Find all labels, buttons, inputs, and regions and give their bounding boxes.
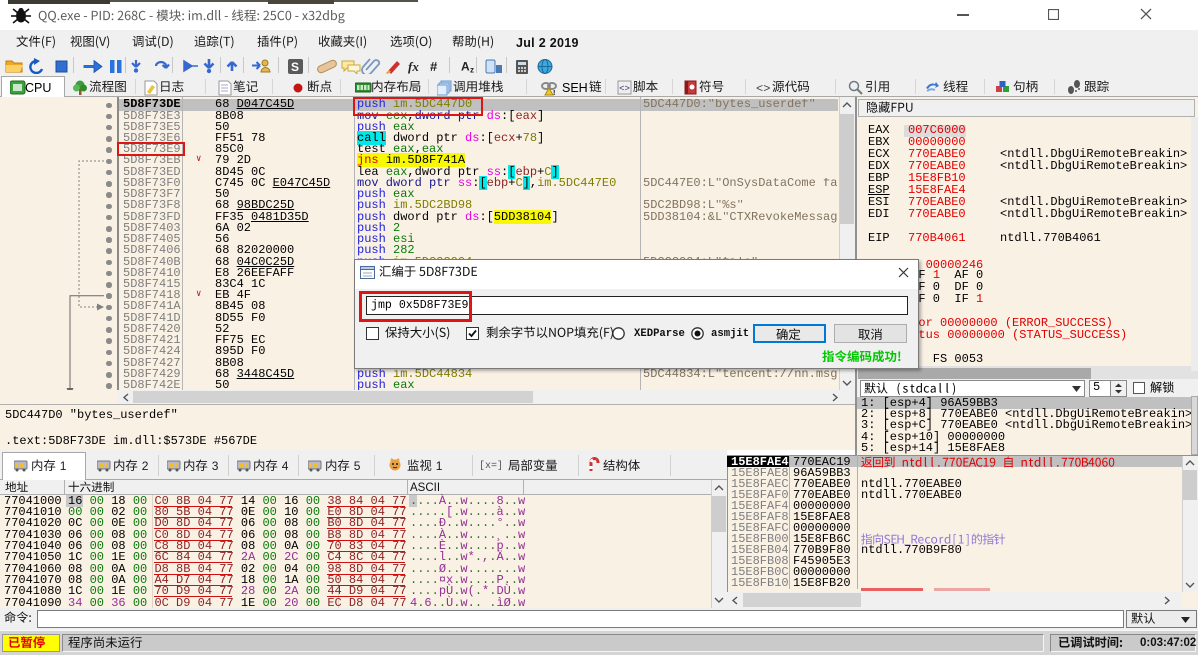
svg-text:z: z — [470, 66, 474, 75]
svg-text:fx: fx — [408, 59, 419, 74]
svg-text:S: S — [291, 60, 299, 74]
svg-text:#: # — [430, 59, 438, 74]
svg-text:!: ! — [553, 90, 555, 96]
svg-text:A: A — [461, 60, 470, 74]
svg-text:<>: <> — [619, 84, 630, 94]
svg-text:[x=]: [x=] — [479, 460, 503, 472]
svg-text:<>: <> — [756, 82, 770, 96]
